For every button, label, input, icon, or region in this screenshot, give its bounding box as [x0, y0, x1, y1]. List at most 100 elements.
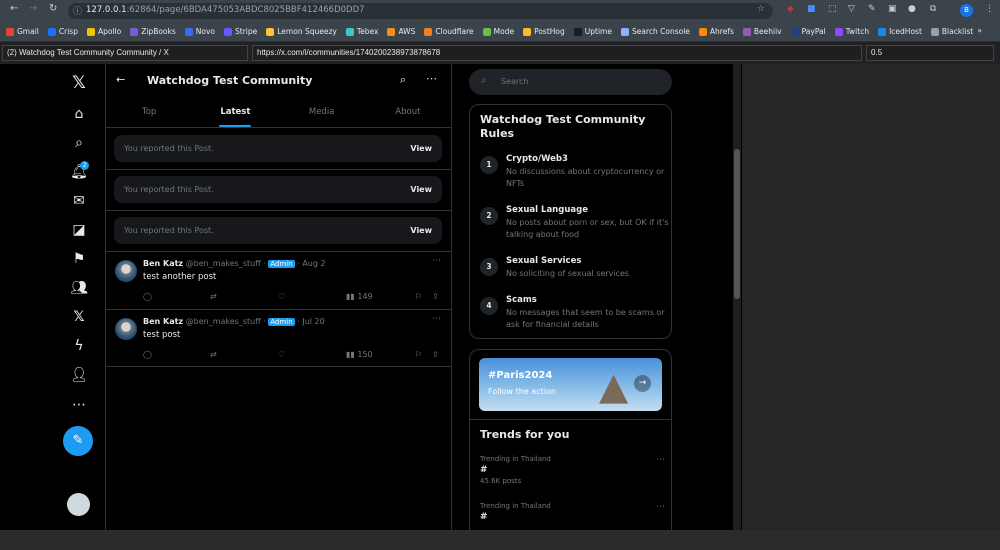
right-sidebar: ⌕ Search Watchdog Test Community Rules 1C… [460, 64, 675, 549]
like-icon[interactable]: ♡ [278, 292, 285, 301]
author-name[interactable]: Ben Katz [143, 317, 183, 326]
messages-icon[interactable]: ✉ [68, 190, 90, 212]
arrow-right-icon[interactable]: → [634, 375, 651, 392]
extension-bitwarden-icon[interactable]: ■ [807, 4, 816, 14]
account-avatar[interactable] [67, 493, 90, 516]
share-icon[interactable]: ⇪ [432, 350, 439, 359]
x-logo-icon[interactable]: 𝕏 [68, 72, 90, 94]
star-icon[interactable]: ☆ [757, 4, 765, 14]
url-field[interactable]: https://x.com/i/communities/174020023897… [252, 45, 862, 61]
views-stat[interactable]: ▮▮ 149 [346, 292, 373, 301]
extension-vue-icon[interactable]: ▽ [848, 4, 855, 14]
post[interactable]: Ben Katz @ben_makes_stuff · Admin · Aug … [106, 252, 451, 309]
menu-kebab-icon[interactable]: ⋮ [985, 4, 994, 14]
bookmark-icedhost[interactable]: IcedHost [878, 27, 922, 36]
notifications-bell-icon[interactable]: 🔔︎ 2 [68, 161, 90, 183]
premium-x-icon[interactable]: 𝕏 [68, 306, 90, 328]
verified-orgs-icon[interactable]: ϟ [68, 335, 90, 357]
bookmark-cloudflare[interactable]: Cloudflare [424, 27, 474, 36]
bookmark-apollo[interactable]: Apollo [86, 27, 121, 36]
repost-icon[interactable]: ⇄ [210, 292, 217, 301]
bookmark-label: Search Console [631, 27, 690, 36]
bookmark-zipbooks[interactable]: ZipBooks [130, 27, 176, 36]
extension-generic-icon[interactable]: ▣ [888, 4, 897, 14]
bookmark-lemon-squeezy[interactable]: Lemon Squeezy [266, 27, 337, 36]
bookmark-posthog[interactable]: PostHog [523, 27, 565, 36]
reply-icon[interactable]: ◯ [143, 350, 152, 359]
site-info-icon[interactable]: ⓘ [73, 4, 82, 17]
repost-icon[interactable]: ⇄ [210, 350, 217, 359]
post-date[interactable]: Jul 20 [302, 317, 324, 326]
extension-disc-icon[interactable]: ● [908, 4, 916, 14]
bookmark-aws[interactable]: AWS [387, 27, 415, 36]
extension-eyedropper-icon[interactable]: ✎ [868, 4, 876, 14]
post-date[interactable]: Aug 2 [302, 259, 325, 268]
zoom-field[interactable]: 0.5 [866, 45, 994, 61]
bookmark-ahrefs[interactable]: Ahrefs [698, 27, 734, 36]
extension-screenshot-icon[interactable]: ⬚ [828, 4, 837, 14]
bookmark-uptime[interactable]: Uptime [573, 27, 612, 36]
back-icon[interactable]: ← [10, 3, 18, 14]
home-icon[interactable]: ⌂ [68, 103, 90, 125]
tab-media[interactable]: Media [279, 96, 365, 127]
paris2024-promo[interactable]: ▲ #Paris2024 Follow the action → [479, 358, 662, 411]
bookmarks-overflow-icon[interactable]: » [977, 26, 982, 35]
bookmark-icon[interactable]: ⚐ [415, 350, 422, 359]
bookmark-novo[interactable]: Novo [184, 27, 215, 36]
bookmark-twitch[interactable]: Twitch [834, 27, 869, 36]
post-more-icon[interactable]: ⋯ [432, 256, 441, 266]
more-icon[interactable]: ⋯ [68, 394, 90, 416]
grok-icon[interactable]: ◪ [68, 219, 90, 241]
extension-shield-icon[interactable]: ◆ [787, 4, 794, 14]
bookmark-mode[interactable]: Mode [482, 27, 514, 36]
bookmark-gmail[interactable]: Gmail [6, 27, 39, 36]
post-button[interactable]: ✎ [63, 426, 93, 456]
title-field[interactable]: (2) Watchdog Test Community Community / … [2, 45, 248, 61]
author-avatar[interactable] [115, 318, 137, 340]
bookmark-search-console[interactable]: Search Console [620, 27, 690, 36]
views-stat[interactable]: ▮▮ 150 [346, 350, 373, 359]
reload-icon[interactable]: ↻ [49, 3, 57, 14]
page-scrollbar[interactable] [733, 64, 741, 530]
bookmark-paypal[interactable]: PayPal [790, 27, 826, 36]
reply-icon[interactable]: ◯ [143, 292, 152, 301]
rule-number: 2 [480, 207, 498, 225]
forward-icon[interactable]: → [29, 3, 37, 14]
trend-item[interactable]: Trending in Thailand # ⋯ [480, 502, 665, 522]
view-button[interactable]: View [410, 226, 432, 235]
community-search-icon[interactable]: ⌕ [400, 73, 406, 87]
author-handle[interactable]: @ben_makes_stuff [186, 317, 261, 326]
author-avatar[interactable] [115, 260, 137, 282]
search-icon[interactable]: ⌕ [68, 132, 90, 154]
tab-about[interactable]: About [365, 96, 451, 127]
share-icon[interactable]: ⇪ [432, 292, 439, 301]
tab-latest[interactable]: Latest [192, 96, 278, 127]
back-arrow-icon[interactable]: ← [116, 73, 125, 86]
bookmark-blacklist[interactable]: Blacklist [930, 27, 973, 36]
view-button[interactable]: View [410, 185, 432, 194]
extensions-puzzle-icon[interactable]: ⧉ [930, 4, 936, 14]
bookmark-icon[interactable]: ⚐ [415, 292, 422, 301]
bookmark-tebex[interactable]: Tebex [345, 27, 378, 36]
author-name[interactable]: Ben Katz [143, 259, 183, 268]
profile-avatar[interactable]: B [960, 4, 973, 17]
post-more-icon[interactable]: ⋯ [432, 314, 441, 324]
post[interactable]: Ben Katz @ben_makes_stuff · Admin · Jul … [106, 310, 451, 367]
tab-top[interactable]: Top [106, 96, 192, 127]
community-more-icon[interactable]: ⋯ [426, 72, 437, 85]
search-input[interactable]: ⌕ Search [469, 69, 672, 95]
communities-icon[interactable]: 👥︎ [68, 277, 90, 299]
bookmark-stripe[interactable]: Stripe [224, 27, 257, 36]
like-icon[interactable]: ♡ [278, 350, 285, 359]
bookmark-crisp[interactable]: Crisp [47, 27, 78, 36]
author-handle[interactable]: @ben_makes_stuff [186, 259, 261, 268]
profile-icon[interactable]: 👤︎ [68, 364, 90, 386]
view-button[interactable]: View [410, 144, 432, 153]
address-bar[interactable]: ⓘ 127.0.0.1:62864/page/6BDA475053ABDC802… [68, 3, 773, 19]
bookmark-beehiiv[interactable]: Beehiiv [742, 27, 782, 36]
trend-more-icon[interactable]: ⋯ [656, 455, 665, 465]
scrollbar-thumb[interactable] [734, 149, 740, 299]
trend-item[interactable]: Trending in Thailand #45.6K posts ⋯ [480, 455, 665, 485]
trend-more-icon[interactable]: ⋯ [656, 502, 665, 512]
bookmarks-icon[interactable]: ⚑ [68, 248, 90, 270]
